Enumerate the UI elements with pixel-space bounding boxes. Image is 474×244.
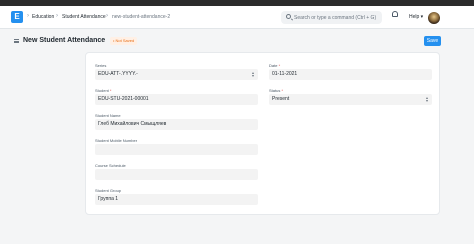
course-schedule-label: Course Schedule bbox=[95, 163, 126, 168]
student-field[interactable]: EDU-STU-2021-00001 bbox=[95, 94, 258, 105]
course-schedule-field[interactable] bbox=[95, 169, 258, 180]
student-mobile-label: Student Mobile Number bbox=[95, 138, 138, 143]
date-label: Date * bbox=[269, 63, 281, 68]
student-group-field[interactable]: Группа 1 bbox=[95, 194, 258, 205]
status-label: Status * bbox=[269, 88, 284, 93]
date-value: 01-11-2021 bbox=[272, 71, 298, 77]
search-placeholder: Search or type a command (Ctrl + G) bbox=[294, 15, 377, 21]
student-mobile-field[interactable] bbox=[95, 144, 258, 155]
student-name-label: Student Name bbox=[95, 113, 121, 118]
help-label: Help bbox=[409, 14, 420, 20]
student-name-value: Глеб Михайлович Смыщляев bbox=[98, 121, 167, 127]
breadcrumb-current: new-student-attendance-2 bbox=[112, 14, 171, 20]
student-label: Student * bbox=[95, 88, 112, 93]
series-value: EDU-ATT-.YYYY.- bbox=[98, 71, 138, 77]
student-group-label: Student Group bbox=[95, 188, 122, 193]
chevron-right-icon: › bbox=[27, 13, 29, 19]
student-group-value: Группа 1 bbox=[98, 196, 119, 202]
student-name-field[interactable]: Глеб Михайлович Смыщляев bbox=[95, 119, 258, 130]
save-button[interactable]: Save bbox=[424, 36, 441, 46]
breadcrumb-education[interactable]: Education bbox=[32, 14, 54, 20]
help-menu[interactable]: Help ▾ bbox=[409, 14, 423, 20]
status-badge-label: Not Saved bbox=[115, 38, 135, 43]
student-value: EDU-STU-2021-00001 bbox=[98, 96, 149, 102]
status-badge: • Not Saved bbox=[110, 37, 138, 45]
chevron-right-icon: › bbox=[56, 13, 58, 19]
select-arrows-icon: ▴ ▾ bbox=[251, 70, 254, 78]
status-value: Present bbox=[272, 96, 290, 102]
series-label: Series bbox=[95, 63, 107, 68]
page-title: New Student Attendance bbox=[23, 37, 106, 44]
bell-icon[interactable] bbox=[392, 11, 398, 17]
sidebar-toggle-icon[interactable] bbox=[14, 39, 19, 43]
avatar[interactable] bbox=[428, 12, 440, 24]
status-select[interactable]: Present ▴ ▾ bbox=[269, 94, 432, 105]
select-arrows-icon: ▴ ▾ bbox=[425, 95, 428, 103]
form-card: Series EDU-ATT-.YYYY.- ▴ ▾ Student * EDU-… bbox=[85, 52, 440, 215]
app-logo[interactable]: E bbox=[11, 11, 23, 23]
search-icon bbox=[286, 14, 291, 19]
series-select[interactable]: EDU-ATT-.YYYY.- ▴ ▾ bbox=[95, 69, 258, 80]
date-field[interactable]: 01-11-2021 bbox=[269, 69, 432, 80]
search-input[interactable]: Search or type a command (Ctrl + G) bbox=[281, 11, 382, 24]
chevron-right-icon: › bbox=[106, 13, 108, 19]
breadcrumb-student-attendance[interactable]: Student Attendance bbox=[62, 14, 106, 20]
navbar: E › Education › Student Attendance › new… bbox=[0, 6, 474, 29]
